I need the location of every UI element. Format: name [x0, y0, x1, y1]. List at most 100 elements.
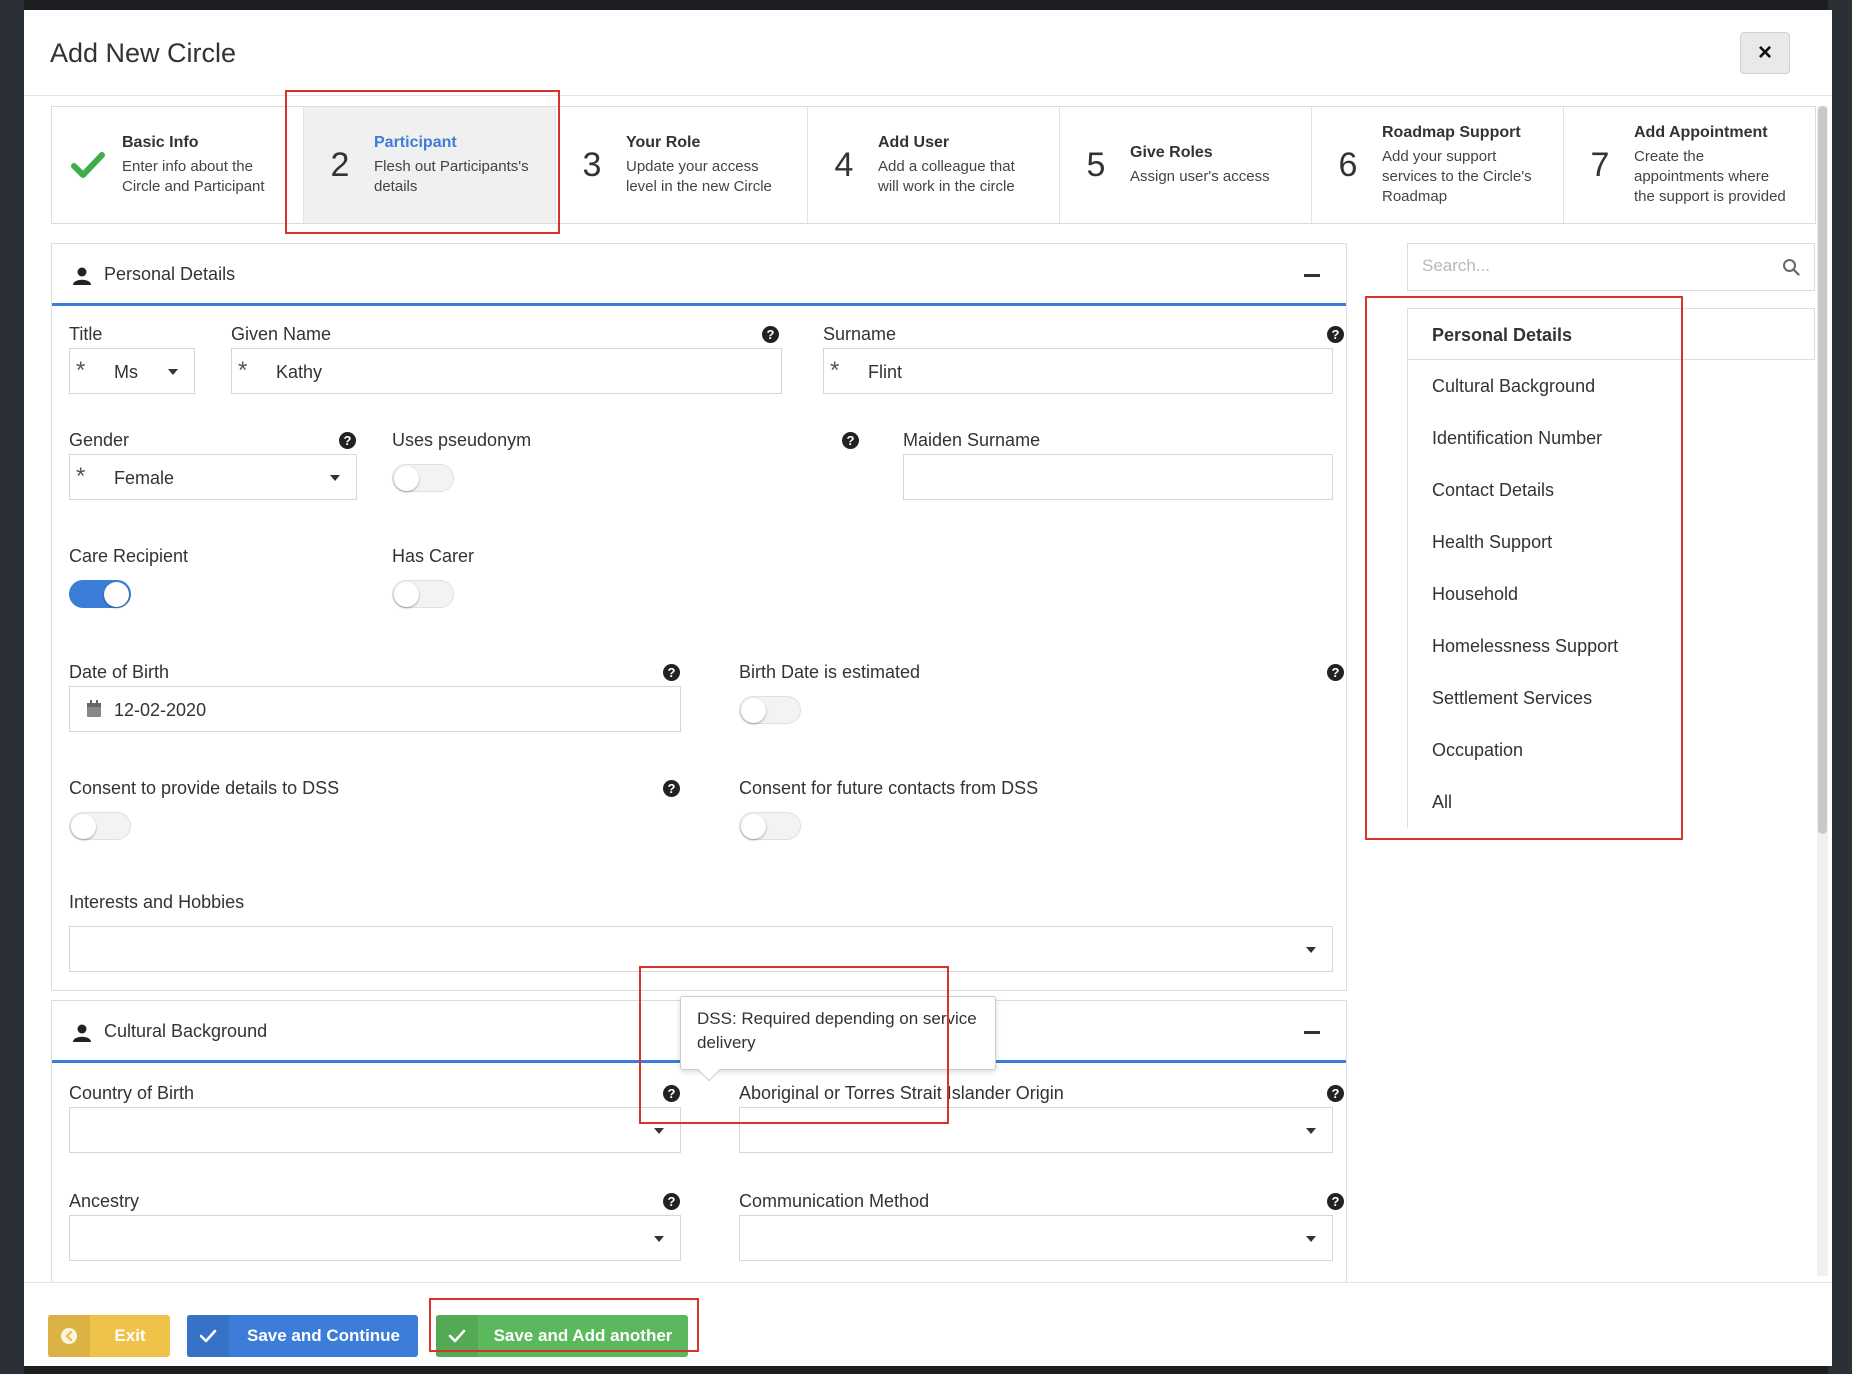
- tooltip-text: DSS: Required depending on service deliv…: [697, 1009, 977, 1052]
- surname-value: Flint: [868, 362, 903, 382]
- has-carer-toggle[interactable]: [392, 580, 454, 608]
- title-value: Ms: [114, 362, 138, 382]
- step-title: Your Role: [626, 133, 701, 151]
- consent-dss-label: Consent to provide details to DSS: [69, 778, 340, 798]
- step-desc: Add a colleague that will work in the ci…: [878, 157, 1015, 195]
- maiden-surname-label: Maiden Surname: [903, 430, 1041, 450]
- help-icon[interactable]: ?: [663, 780, 680, 797]
- help-icon[interactable]: ?: [663, 1085, 680, 1102]
- step-title: Add Appointment: [1634, 123, 1768, 141]
- pseudonym-toggle[interactable]: [392, 464, 454, 492]
- step-number: 6: [1338, 145, 1358, 184]
- care-recipient-toggle[interactable]: [69, 580, 131, 608]
- collapse-icon[interactable]: [1304, 1031, 1320, 1034]
- save-add-another-label: Save and Add another: [493, 1326, 673, 1345]
- care-recipient-label: Care Recipient: [69, 546, 189, 566]
- given-name-input[interactable]: * Kathy: [231, 348, 782, 394]
- surname-input[interactable]: * Flint: [823, 348, 1333, 394]
- dob-input[interactable]: 12-02-2020: [69, 686, 681, 732]
- scrollbar[interactable]: [1817, 106, 1828, 1276]
- search-input[interactable]: [1422, 256, 1762, 276]
- search-icon[interactable]: [1782, 258, 1800, 281]
- step-number: 2: [330, 145, 350, 184]
- maiden-surname-input[interactable]: [903, 454, 1333, 500]
- nav-item-homelessness-support[interactable]: Homelessness Support: [1407, 620, 1815, 672]
- modal-header: Add New Circle ×: [24, 10, 1832, 96]
- help-icon[interactable]: ?: [663, 664, 680, 681]
- required-icon: *: [76, 357, 86, 384]
- help-icon[interactable]: ?: [339, 432, 356, 449]
- collapse-icon[interactable]: [1304, 274, 1320, 277]
- step-title: Give Roles: [1130, 143, 1213, 161]
- gender-value: Female: [114, 468, 175, 488]
- exit-button[interactable]: Exit: [48, 1315, 170, 1357]
- save-add-another-button[interactable]: Save and Add another: [436, 1315, 688, 1357]
- background-left: [0, 0, 24, 1374]
- has-carer-label: Has Carer: [392, 546, 475, 566]
- chevron-down-icon: [654, 1236, 664, 1242]
- title-select[interactable]: * Ms: [69, 348, 195, 394]
- dob-estimated-toggle[interactable]: [739, 696, 801, 724]
- ancestry-select[interactable]: [69, 1215, 681, 1261]
- section-search: [1407, 243, 1815, 291]
- nav-item-contact-details[interactable]: Contact Details: [1407, 464, 1815, 516]
- help-icon[interactable]: ?: [842, 432, 859, 449]
- help-icon[interactable]: ?: [1327, 664, 1344, 681]
- back-arrow-icon: [48, 1315, 90, 1357]
- nav-item-personal-details[interactable]: Personal Details: [1407, 308, 1815, 360]
- scrollbar-thumb[interactable]: [1818, 106, 1827, 834]
- help-icon[interactable]: ?: [762, 326, 779, 343]
- consent-dss-toggle[interactable]: [69, 812, 131, 840]
- help-icon[interactable]: ?: [1327, 326, 1344, 343]
- help-icon[interactable]: ?: [1327, 1193, 1344, 1210]
- country-of-birth-label: Country of Birth: [69, 1083, 195, 1103]
- dss-tooltip: DSS: Required depending on service deliv…: [680, 996, 996, 1082]
- step-add-appointment[interactable]: 7 Add Appointment Create the appointment…: [1564, 107, 1815, 223]
- help-icon[interactable]: ?: [1327, 1085, 1344, 1102]
- save-continue-label: Save and Continue: [246, 1326, 401, 1345]
- step-add-user[interactable]: 4 Add User Add a colleague that will wor…: [808, 107, 1060, 223]
- chevron-down-icon: [168, 369, 178, 375]
- nav-item-household[interactable]: Household: [1407, 568, 1815, 620]
- step-number: 7: [1590, 145, 1610, 184]
- required-icon: *: [76, 463, 86, 490]
- consent-future-toggle[interactable]: [739, 812, 801, 840]
- step-desc: Assign user's access: [1130, 167, 1270, 185]
- step-basic-info[interactable]: Basic Info Enter info about the Circle a…: [52, 107, 304, 223]
- step-give-roles[interactable]: 5 Give Roles Assign user's access: [1060, 107, 1312, 223]
- nav-item-occupation[interactable]: Occupation: [1407, 724, 1815, 776]
- personal-details-header[interactable]: Personal Details: [52, 244, 1346, 306]
- chevron-down-icon: [330, 475, 340, 481]
- nav-item-identification-number[interactable]: Identification Number: [1407, 412, 1815, 464]
- gender-select[interactable]: * Female: [69, 454, 357, 500]
- communication-method-select[interactable]: [739, 1215, 1333, 1261]
- check-icon: [187, 1315, 229, 1357]
- section-nav: Personal Details Cultural Background Ide…: [1407, 308, 1815, 828]
- step-title: Roadmap Support: [1382, 123, 1521, 141]
- aboriginal-origin-select[interactable]: [739, 1107, 1333, 1153]
- step-title: Basic Info: [122, 133, 199, 151]
- nav-item-all[interactable]: All: [1407, 776, 1815, 828]
- nav-item-cultural-background[interactable]: Cultural Background: [1407, 360, 1815, 412]
- step-number: 3: [582, 145, 602, 184]
- close-button[interactable]: ×: [1740, 32, 1790, 74]
- step-desc: Enter info about the Circle and Particip…: [122, 157, 265, 195]
- step-participant[interactable]: 2 Participant Flesh out Participants's d…: [304, 107, 556, 223]
- chevron-down-icon: [1306, 1236, 1316, 1242]
- step-roadmap-support[interactable]: 6 Roadmap Support Add your support servi…: [1312, 107, 1564, 223]
- nav-item-settlement-services[interactable]: Settlement Services: [1407, 672, 1815, 724]
- dob-value: 12-02-2020: [114, 700, 207, 720]
- user-icon: [72, 1023, 92, 1048]
- add-circle-modal: Add New Circle × Basic Info Enter info a…: [24, 10, 1832, 1366]
- nav-item-health-support[interactable]: Health Support: [1407, 516, 1815, 568]
- toggle-knob: [741, 698, 766, 723]
- title-label: Title: [69, 324, 103, 344]
- country-of-birth-select[interactable]: [69, 1107, 681, 1153]
- chevron-down-icon: [1306, 1128, 1316, 1134]
- interests-select[interactable]: [69, 926, 1333, 972]
- surname-label: Surname: [823, 324, 897, 344]
- help-icon[interactable]: ?: [663, 1193, 680, 1210]
- step-your-role[interactable]: 3 Your Role Update your access level in …: [556, 107, 808, 223]
- required-icon: *: [830, 357, 840, 384]
- save-continue-button[interactable]: Save and Continue: [187, 1315, 418, 1357]
